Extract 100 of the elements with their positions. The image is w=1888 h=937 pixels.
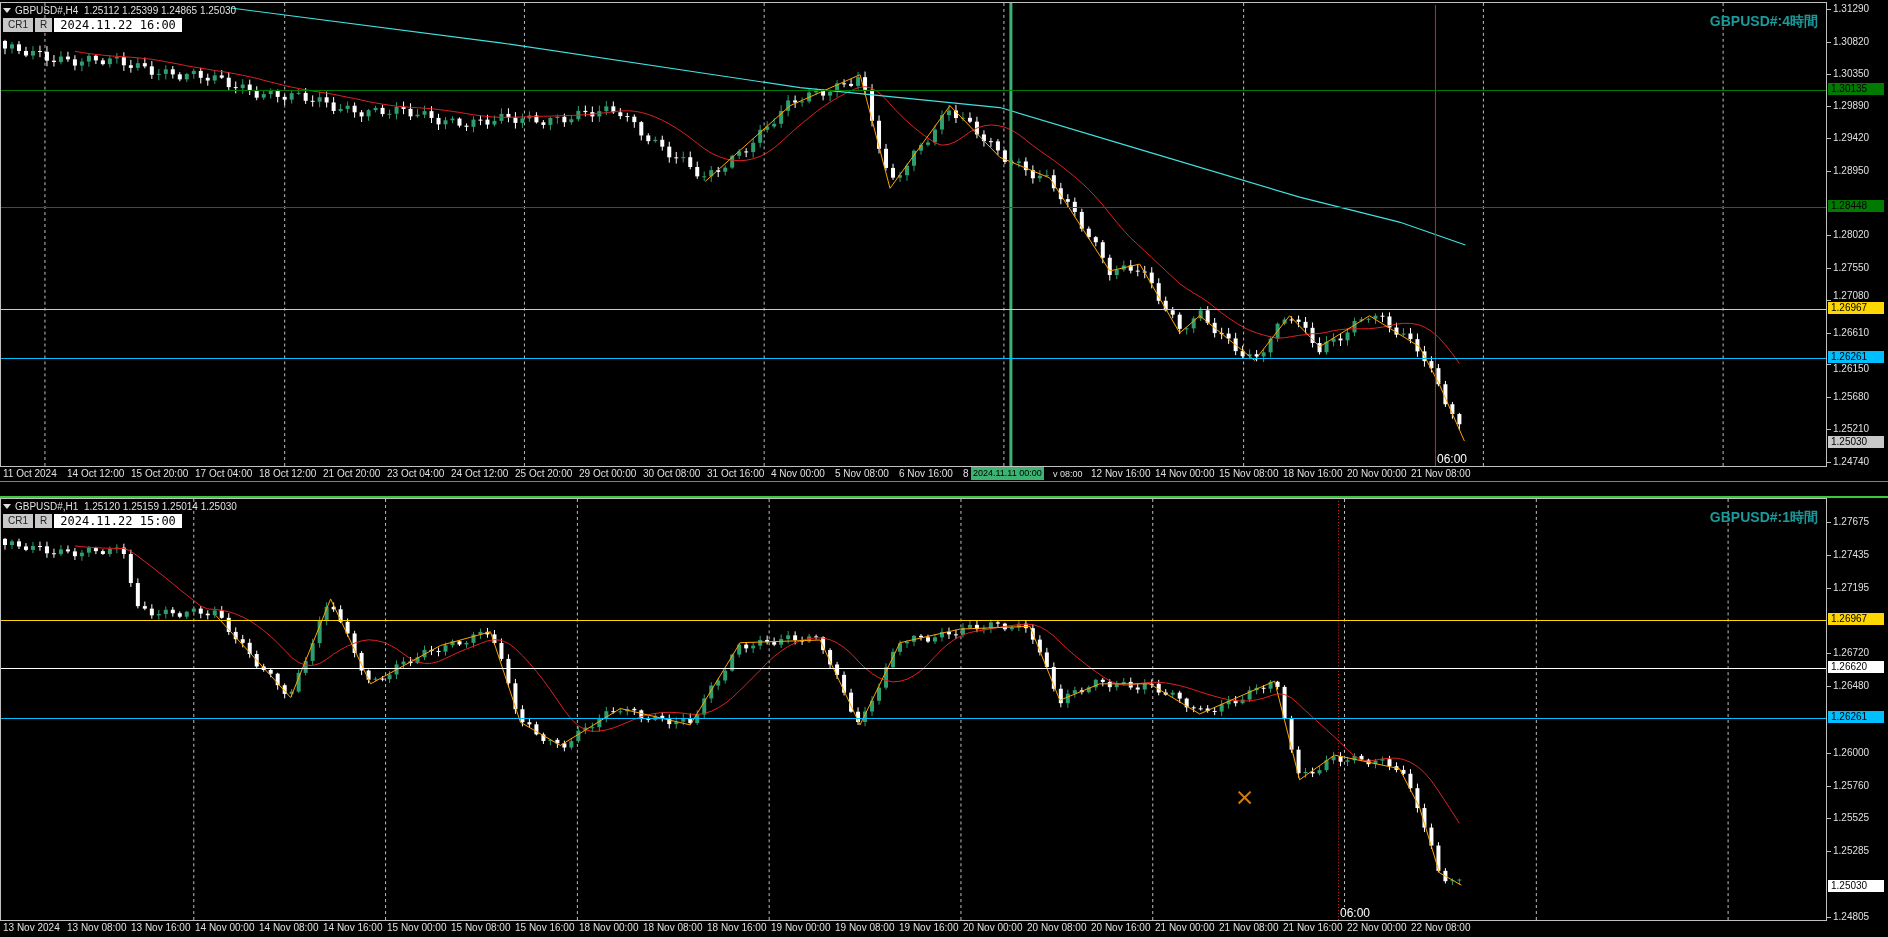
time-label: 14 Nov 08:00 bbox=[259, 922, 319, 934]
time-label: 13 Nov 08:00 bbox=[67, 922, 127, 934]
price-label: 1.25525 bbox=[1833, 811, 1870, 824]
time-label: 14 Nov 00:00 bbox=[195, 922, 255, 934]
price-label: 1.26610 bbox=[1833, 326, 1870, 339]
time-label: 25 Oct 20:00 bbox=[515, 468, 573, 480]
horizontal-line[interactable] bbox=[1, 308, 1826, 310]
time-label: 18 Oct 12:00 bbox=[259, 468, 317, 480]
time-label: 8 bbox=[963, 468, 969, 480]
price-label: 1.30350 bbox=[1833, 68, 1870, 80]
time-label: 15 Oct 20:00 bbox=[131, 468, 189, 480]
date-field[interactable]: 2024.11.22 15:00 bbox=[54, 514, 182, 528]
price-label: 1.27080 bbox=[1833, 289, 1870, 302]
horizontal-line[interactable] bbox=[1, 717, 1826, 719]
price-label: 1.25760 bbox=[1833, 779, 1870, 792]
price-label: 1.28020 bbox=[1833, 229, 1870, 242]
dropdown-icon[interactable] bbox=[3, 8, 11, 13]
price-tag: 1.26620 bbox=[1828, 661, 1884, 674]
time-label: 20 Nov 16:00 bbox=[1091, 922, 1151, 934]
time-label: 14 Nov 16:00 bbox=[323, 922, 383, 934]
price-label: 1.29890 bbox=[1833, 99, 1870, 112]
price-label: 1.27675 bbox=[1833, 516, 1870, 528]
chart-button[interactable]: CR1 bbox=[3, 18, 33, 32]
horizontal-line[interactable] bbox=[1, 668, 1826, 670]
price-tag: 1.25030 bbox=[1828, 435, 1884, 448]
time-label: 19 Nov 16:00 bbox=[899, 922, 959, 934]
time-label: 29 Oct 00:00 bbox=[579, 468, 637, 480]
chart-plot[interactable]: GBPUSD#,H4 1.25112 1.25399 1.24865 1.25030 CR1 R 2024.11.22 16:00 GBPUSD#:4時間 06:00 bbox=[0, 2, 1827, 467]
time-label: 13 Nov 2024 bbox=[3, 922, 60, 934]
time-label: 15 Nov 08:00 bbox=[451, 922, 511, 934]
chart-title: GBPUSD#:4時間 bbox=[1709, 13, 1818, 31]
price-tag: 1.30135 bbox=[1828, 82, 1884, 95]
price-label: 1.26000 bbox=[1833, 746, 1870, 759]
date-field[interactable]: 2024.11.22 16:00 bbox=[54, 18, 182, 32]
price-label: 1.24805 bbox=[1833, 911, 1870, 923]
price-label: 1.31290 bbox=[1833, 3, 1870, 15]
price-label: 1.26150 bbox=[1833, 362, 1870, 375]
price-label: 1.28950 bbox=[1833, 164, 1870, 177]
time-label: 22 Nov 00:00 bbox=[1347, 922, 1407, 934]
chart-button[interactable]: CR1 bbox=[3, 514, 33, 528]
time-label: 5 Nov 08:00 bbox=[835, 468, 889, 480]
price-label: 1.25210 bbox=[1833, 423, 1870, 436]
time-label: 15 Nov 08:00 bbox=[1219, 468, 1279, 480]
time-label: 20 Nov 00:00 bbox=[963, 922, 1023, 934]
time-label: 18 Nov 16:00 bbox=[707, 922, 767, 934]
price-label: 1.24740 bbox=[1833, 456, 1870, 468]
price-tag: 1.26261 bbox=[1828, 710, 1884, 723]
time-label: 17 Oct 04:00 bbox=[195, 468, 253, 480]
time-label: 21 Nov 00:00 bbox=[1155, 922, 1215, 934]
time-label: 18 Nov 00:00 bbox=[579, 922, 639, 934]
time-label: v 08:00 bbox=[1053, 468, 1083, 480]
time-label: 19 Nov 00:00 bbox=[771, 922, 831, 934]
time-label: 20 Nov 08:00 bbox=[1027, 922, 1087, 934]
price-label: 1.27435 bbox=[1833, 549, 1870, 562]
time-label: 15 Nov 16:00 bbox=[515, 922, 575, 934]
time-label: 24 Oct 12:00 bbox=[451, 468, 509, 480]
time-label: 20 Nov 00:00 bbox=[1347, 468, 1407, 480]
time-label: 06:00 bbox=[1340, 907, 1371, 920]
time-label: 4 Nov 00:00 bbox=[771, 468, 825, 480]
time-label: 14 Oct 12:00 bbox=[67, 468, 125, 480]
horizontal-line[interactable] bbox=[1, 620, 1826, 622]
price-tag: 1.26261 bbox=[1828, 350, 1884, 363]
price-label: 1.29420 bbox=[1833, 132, 1870, 145]
price-label: 1.25285 bbox=[1833, 844, 1870, 857]
price-label: 1.27550 bbox=[1833, 261, 1870, 274]
time-label: 14 Nov 00:00 bbox=[1155, 468, 1215, 480]
crosshair-time-label: 2024.11.11 00:00 bbox=[971, 467, 1044, 480]
price-tag: 1.25030 bbox=[1828, 880, 1884, 893]
dropdown-icon[interactable] bbox=[3, 504, 11, 509]
symbol-info: GBPUSD#,H4 1.25112 1.25399 1.24865 1.25030 bbox=[15, 5, 237, 16]
time-label: 11 Oct 2024 bbox=[3, 468, 57, 480]
chart-plot[interactable]: GBPUSD#,H1 1.25120 1.25159 1.25014 1.25030 CR1 R 2024.11.22 15:00 GBPUSD#:1時間 06:00 bbox=[0, 498, 1827, 921]
time-label: 21 Nov 08:00 bbox=[1219, 922, 1279, 934]
time-label: 18 Nov 16:00 bbox=[1283, 468, 1343, 480]
price-label: 1.25680 bbox=[1833, 391, 1870, 403]
time-label: 21 Nov 16:00 bbox=[1283, 922, 1343, 934]
time-label: 18 Nov 08:00 bbox=[643, 922, 703, 934]
price-label: 1.26480 bbox=[1833, 680, 1870, 693]
price-tag: 1.26967 bbox=[1828, 613, 1884, 626]
chart-button[interactable]: R bbox=[35, 18, 53, 32]
time-label: 30 Oct 08:00 bbox=[643, 468, 701, 480]
chart-button[interactable]: R bbox=[35, 514, 53, 528]
time-label: 6 Nov 16:00 bbox=[899, 468, 953, 480]
time-label: 22 Nov 08:00 bbox=[1411, 922, 1471, 934]
price-label: 1.26720 bbox=[1833, 647, 1870, 660]
horizontal-line[interactable] bbox=[1, 357, 1826, 359]
price-tag: 1.28448 bbox=[1828, 199, 1884, 212]
time-label: 12 Nov 16:00 bbox=[1091, 468, 1151, 480]
time-label: 21 Oct 20:00 bbox=[323, 468, 381, 480]
symbol-info: GBPUSD#,H1 1.25120 1.25159 1.25014 1.25030 bbox=[15, 501, 237, 512]
time-label: 06:00 bbox=[1437, 453, 1468, 466]
time-label: 15 Nov 00:00 bbox=[387, 922, 447, 934]
time-label: 23 Oct 04:00 bbox=[387, 468, 445, 480]
price-tag: 1.26967 bbox=[1828, 301, 1884, 314]
time-label: 21 Nov 08:00 bbox=[1411, 468, 1471, 480]
time-label: 19 Nov 08:00 bbox=[835, 922, 895, 934]
time-label: 13 Nov 16:00 bbox=[131, 922, 191, 934]
price-label: 1.30820 bbox=[1833, 35, 1870, 48]
time-label: 31 Oct 16:00 bbox=[707, 468, 765, 480]
price-label: 1.27195 bbox=[1833, 582, 1870, 595]
